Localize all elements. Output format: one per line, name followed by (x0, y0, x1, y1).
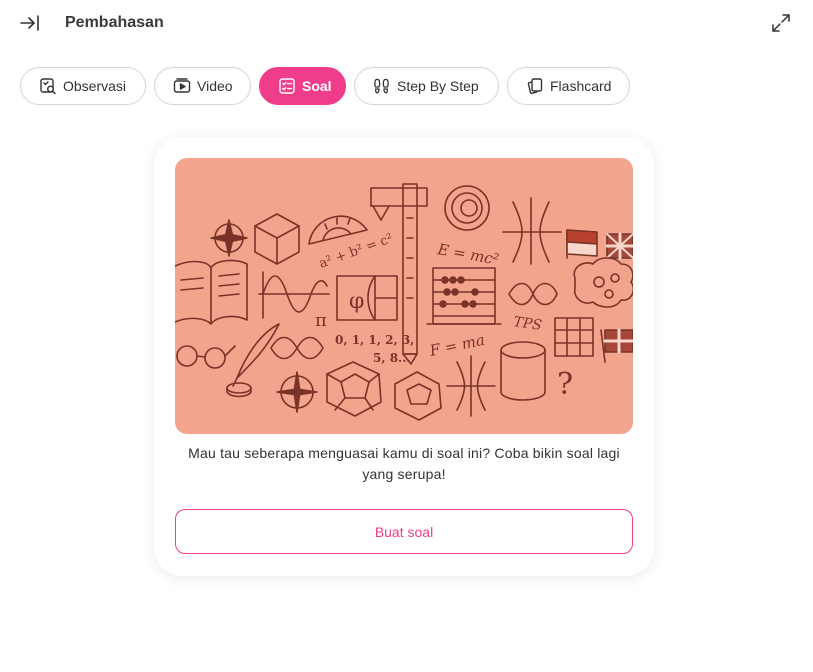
tab-label: Video (197, 78, 233, 94)
compass-icon (276, 371, 318, 413)
cylinder-icon (500, 341, 546, 401)
tab-label: Flashcard (550, 78, 612, 94)
footsteps-icon (374, 78, 389, 94)
practice-description: Mau tau seberapa menguasai kamu di soal … (188, 445, 620, 482)
question-text: ? (557, 367, 573, 402)
cube-icon (254, 213, 300, 265)
graph-axes-icon (502, 197, 562, 265)
sudoku-grid-icon (554, 317, 594, 357)
fibonacci-text: 0, 1, 1, 2, 3, (335, 333, 414, 347)
expand-icon[interactable] (770, 12, 792, 34)
compass-rose-icon (210, 219, 248, 257)
uk-flag-icon-2 (600, 328, 633, 363)
collapse-right-icon[interactable] (18, 12, 42, 34)
tab-flashcard[interactable]: Flashcard (507, 67, 630, 105)
tab-step-by-step[interactable]: Step By Step (354, 67, 499, 105)
tab-soal[interactable]: Soal (259, 67, 346, 105)
make-question-button[interactable]: Buat soal (175, 509, 633, 554)
protractor-icon (308, 215, 368, 245)
tab-label: Observasi (63, 78, 127, 94)
glasses-icon (176, 345, 236, 369)
tab-video[interactable]: Video (154, 67, 251, 105)
search-document-icon (40, 78, 56, 95)
tab-label: Soal (302, 78, 332, 94)
newton-text: F = ma (427, 331, 486, 360)
graph-axes-icon-2 (446, 355, 496, 417)
einstein-text: E = mc² (435, 240, 500, 269)
tps-text: TPS (512, 314, 542, 334)
play-icon (173, 78, 191, 93)
top-bar: Pembahasan (0, 0, 813, 46)
dodecahedron-icon (326, 361, 382, 417)
tab-label: Step By Step (397, 78, 479, 94)
checklist-icon (279, 78, 295, 94)
science-doodle-illustration: a² + b² = c² E = mc² π φ 0, 1, 1, 2, 3, … (175, 158, 633, 434)
page-title: Pembahasan (65, 14, 164, 31)
dodecahedron-icon-2 (394, 371, 442, 421)
fibonacci-text-2: 5, 8... (373, 351, 411, 365)
tab-bar: Observasi Video Soal Step By Step Flashc… (20, 67, 630, 105)
indonesia-flag-icon (566, 229, 598, 259)
practice-card: a² + b² = c² E = mc² π φ 0, 1, 1, 2, 3, … (154, 137, 654, 576)
quill-inkwell-icon (226, 323, 280, 398)
infinity-icon-2 (270, 336, 324, 360)
spiral-icon (444, 185, 490, 231)
pi-text: π (315, 310, 327, 331)
pythagoras-text: a² + b² = c² (317, 231, 395, 272)
tab-observasi[interactable]: Observasi (20, 67, 146, 105)
abacus-icon (426, 267, 502, 325)
cards-icon (527, 78, 543, 94)
golden-ratio-icon: φ (336, 275, 398, 321)
brain-icon (573, 257, 633, 308)
open-book-icon (175, 259, 248, 325)
phi-text: φ (349, 289, 364, 314)
infinity-icon (508, 282, 558, 306)
uk-flag-icon (605, 232, 633, 260)
